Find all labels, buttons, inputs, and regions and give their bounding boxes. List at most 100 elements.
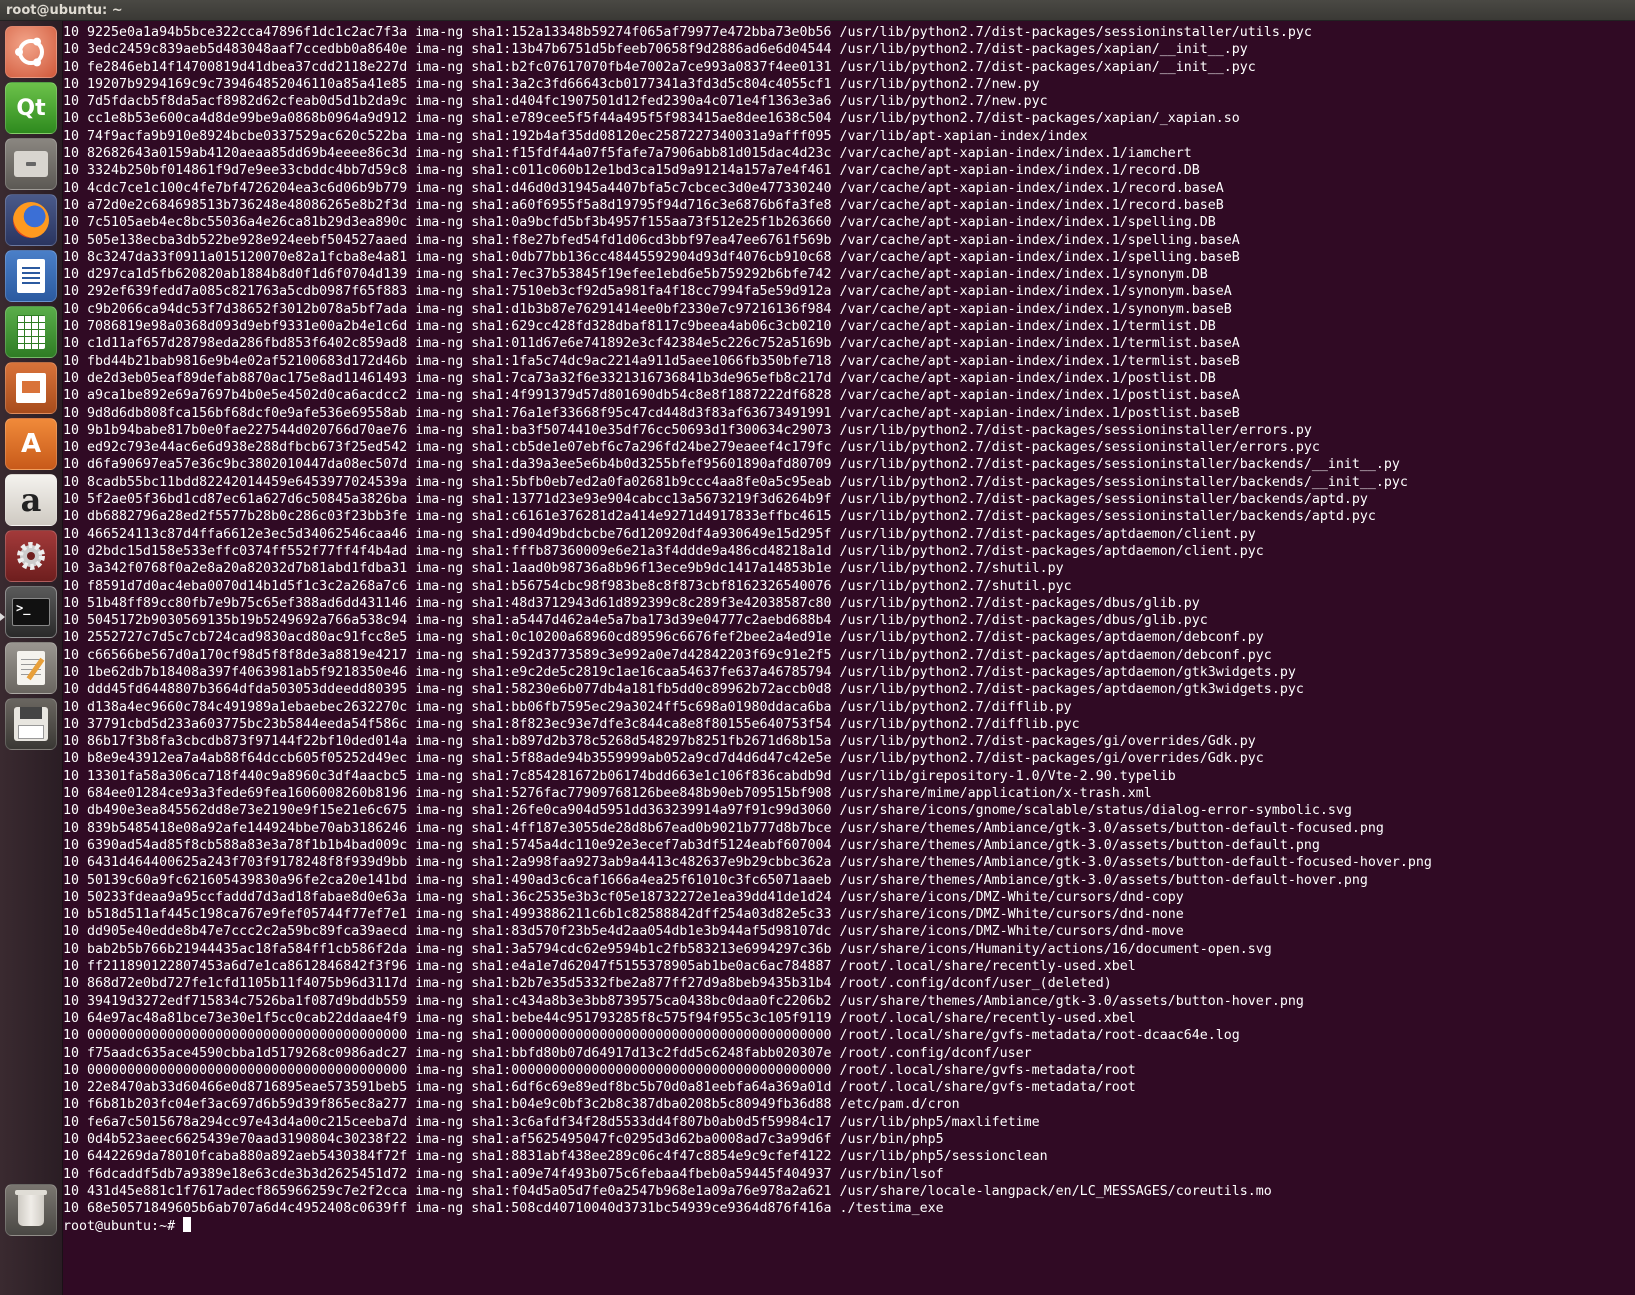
terminal-line: 10 5045172b9030569135b19b5249692a766a538… [63, 613, 1208, 629]
system-settings-icon[interactable] [5, 530, 57, 582]
shell-prompt: root@ubuntu:~# [63, 1219, 184, 1235]
terminal-line: 10 f8591d7d0ac4eba0070d14b1d5f1c3c2a268a… [63, 578, 1072, 594]
terminal-line: 10 c66566be567d0a170cf98d5f8f8de3a8819e4… [63, 647, 1272, 663]
terminal-line: 10 4cdc7ce1c100c4fe7bf4726204ea3c6d06b9b… [63, 180, 1224, 196]
floppy-disk [14, 707, 48, 741]
terminal-line: 10 d297ca1d5fb620820ab1884b8d0f1d6f0704d… [63, 267, 1208, 283]
terminal-line: 10 b8e9e43912ea7a4ab88f64dccb605f05252d4… [63, 751, 1264, 767]
terminal-line: 10 868d72e0bd727fe1cfd1105b11f4075b96d31… [63, 976, 1112, 992]
unity-launcher: Qt A a >_ [0, 21, 63, 1295]
terminal-line: 10 0d4b523aeec6625439e70aad3190804c30238… [63, 1132, 944, 1147]
terminal-line: 10 a72d0e2c684698513b736248e48086265e8b2… [63, 197, 1224, 213]
terminal-line: 10 d2bdc15d158e533effc0374ff552f77ff4f4b… [63, 543, 1264, 559]
terminal-line: 10 466524113c87d4ffa6612e3ec5d34062546ca… [63, 526, 1256, 542]
save-disk-icon[interactable] [5, 698, 57, 750]
impress-icon[interactable] [5, 362, 57, 414]
writer-icon[interactable] [5, 250, 57, 302]
qt-label: Qt [16, 95, 46, 121]
terminal-line: 10 431d45e881c1f7617adecf865966259c7e2f2… [63, 1183, 1272, 1199]
terminal-icon[interactable]: >_ [5, 586, 57, 638]
terminal-line: 10 cc1e8b53e600ca4d8de99be9a0868b0964a9d… [63, 111, 1240, 127]
terminal-line: 10 505e138ecba3db522be928e924eebf504527a… [63, 232, 1240, 248]
notepad-page [17, 651, 45, 685]
terminal-line: 10 3324b250bf014861f9d7e9ee33cbddc4bb7d5… [63, 163, 1200, 179]
terminal-line: 10 82682643a0159ab4120aeaa85dd69b4eeee86… [63, 146, 1192, 162]
terminal-line: 10 fbd44b21bab9816e9b4e02af52100683d172d… [63, 353, 1240, 369]
trash-can [15, 1190, 47, 1226]
terminal-line: 10 0000000000000000000000000000000000000… [63, 1062, 1136, 1078]
window-title-bar: root@ubuntu: ~ [0, 0, 1635, 21]
terminal-line: 10 9b1b94babe817b0e0fae227544d020766d70a… [63, 422, 1312, 438]
terminal-line: 10 db6882796a28ed2f5577b28b0c286c03f23bb… [63, 509, 1376, 525]
terminal-line: 10 f75aadc635ace4590cbba1d5179268c0986ad… [63, 1045, 1032, 1061]
terminal-line: 10 68e50571849605b6ab707a6d4c4952408c063… [63, 1201, 944, 1217]
terminal-line: 10 292ef639fedd7a085c821763a5cdb0987f65f… [63, 284, 1232, 300]
terminal-line: 10 c1d11af657d28798eda286fbd853f6402c859… [63, 336, 1240, 352]
terminal-line: 10 7c5105aeb4ec8bc55036a4e26ca81b29d3ea8… [63, 215, 1216, 231]
drawer-shape [14, 151, 48, 177]
terminal-line: 10 684ee01284ce93a3fede69fea1606008260b8… [63, 786, 1152, 802]
terminal-line: 10 2552727c7d5c7cb724cad9830acd80ac91fcc… [63, 630, 1264, 646]
ubuntu-logo-icon [15, 37, 44, 67]
terminal-window[interactable]: 10 9225e0a1a94b5bce322cca47896f1dc1c2ac7… [63, 21, 1635, 1295]
document-page [17, 259, 45, 293]
software-center-label: A [20, 429, 42, 459]
firefox-globe [13, 202, 49, 238]
ubuntu-dash-icon[interactable] [5, 26, 57, 78]
terminal-line: 10 50233fdeaa9a95ccfaddd7d3ad18fabae8d0e… [63, 889, 1184, 905]
window-title: root@ubuntu: ~ [6, 3, 123, 18]
gear-icon [17, 542, 45, 570]
terminal-label: >_ [16, 601, 31, 615]
amazon-icon[interactable]: a [5, 474, 57, 526]
terminal-line: 10 50139c60a9fc621605439830a96fe2ca20e14… [63, 872, 1368, 888]
terminal-line: 10 dd905e40edde8b47e7ccc2c2a59bc89fca39a… [63, 924, 1184, 940]
terminal-line: 10 fe6a7c5015678a294cc97e43d4a00c215ceeb… [63, 1114, 1040, 1130]
terminal-line: 10 39419d3272edf715834c7526ba1f087d9bddb… [63, 993, 1304, 1009]
terminal-line: 10 f6dcaddf5db7a9389e18e63cde3b3d2625451… [63, 1166, 944, 1182]
terminal-line: 10 1be62db7b18408a397f4063981ab5f9218350… [63, 664, 1296, 680]
terminal-line: 10 9225e0a1a94b5bce322cca47896f1dc1c2ac7… [63, 25, 1312, 40]
terminal-line: 10 5f2ae05f36bd1cd87ec61a627d6c50845a382… [63, 492, 1368, 508]
calc-icon[interactable] [5, 306, 57, 358]
file-manager-icon[interactable] [5, 138, 57, 190]
terminal-line: 10 9d8d6db808fca156bf68dcf0e9afe536e6955… [63, 405, 1240, 421]
terminal-line: 10 db490e3ea845562dd8e73e2190e9f15e21e6c… [63, 803, 1352, 819]
firefox-icon[interactable] [5, 194, 57, 246]
running-indicator [0, 613, 5, 621]
terminal-line: 10 ff211890122807453a6d7e1ca8612846842f3… [63, 959, 1136, 975]
terminal-line: 10 6431d464400625a243f703f9178248f8f939d… [63, 855, 1432, 871]
terminal-line: 10 d6fa90697ea57e36c9bc3802010447da08ec5… [63, 457, 1400, 473]
terminal-line: 10 8cadb55bc11bdd82242014459e64539770245… [63, 474, 1408, 490]
terminal-line: 10 7d5fdacb5f8da5acf8982d62cfeab0d5d1b2d… [63, 94, 1048, 110]
trash-icon[interactable] [5, 1184, 57, 1236]
terminal-line: 10 51b48ff89cc80fb7e9b75c65ef388ad6dd431… [63, 595, 1200, 611]
terminal-line: 10 ed92c793e44ac6e6d938e288dfbcb673f25ed… [63, 440, 1320, 456]
terminal-line: 10 19207b9294169c9c739464852046110a85a41… [63, 76, 1040, 92]
terminal-line: 10 6390ad54ad85f8cb588a83e3a78f1b1b4bad0… [63, 837, 1320, 853]
terminal-line: 10 839b5485418e08a92afe144924bbe70ab3186… [63, 820, 1384, 836]
terminal-line: 10 f6b81b203fc04ef3ac697d6b59d39f865ec8a… [63, 1097, 960, 1113]
terminal-line: 10 13301fa58a306ca718f440c9a8960c3df4aac… [63, 768, 1176, 784]
terminal-prompt-line[interactable]: root@ubuntu:~# [63, 1217, 1432, 1234]
terminal-screen: >_ [12, 598, 50, 626]
terminal-line: 10 37791cbd5d233a603775bc23b5844eeda54f5… [63, 716, 1080, 732]
text-editor-icon[interactable] [5, 642, 57, 694]
amazon-label: a [20, 481, 42, 519]
spreadsheet-page [17, 315, 45, 349]
terminal-line: 10 74f9acfa9b910e8924bcbe0337529ac620c52… [63, 128, 1088, 144]
terminal-line: 10 3edc2459c839aeb5d483048aaf7ccedbb0a86… [63, 42, 1248, 58]
terminal-line: 10 3a342f0768f0a2e8a20a82032d7b81abd1fdb… [63, 561, 1064, 577]
presentation-page [16, 373, 46, 403]
terminal-line: 10 fe2846eb14f14700819d41dbea37cdd2118e2… [63, 59, 1256, 75]
terminal-line: 10 d138a4ec9660c784c491989a1ebaebec26322… [63, 699, 1072, 715]
terminal-line: 10 de2d3eb05eaf89defab8870ac175e8ad11461… [63, 370, 1216, 386]
terminal-line: 10 8c3247da33f0911a015120070e82a1fcba8e4… [63, 249, 1240, 265]
qt-creator-icon[interactable]: Qt [5, 82, 57, 134]
terminal-line: 10 0000000000000000000000000000000000000… [63, 1028, 1240, 1044]
terminal-line: 10 ddd45fd6448807b3664dfda503053ddeedd80… [63, 682, 1304, 698]
terminal-line: 10 22e8470ab33d60466e0d8716895eae573591b… [63, 1080, 1136, 1096]
software-center-icon[interactable]: A [5, 418, 57, 470]
terminal-line: 10 a9ca1be892e69a7697b4b0e5e4502d0ca6acd… [63, 388, 1240, 404]
terminal-line: 10 86b17f3b8fa3cbcdb873f97144f22bf10ded0… [63, 734, 1256, 750]
terminal-line: 10 6442269da78010fcaba880a892aeb5430384f… [63, 1149, 1048, 1165]
